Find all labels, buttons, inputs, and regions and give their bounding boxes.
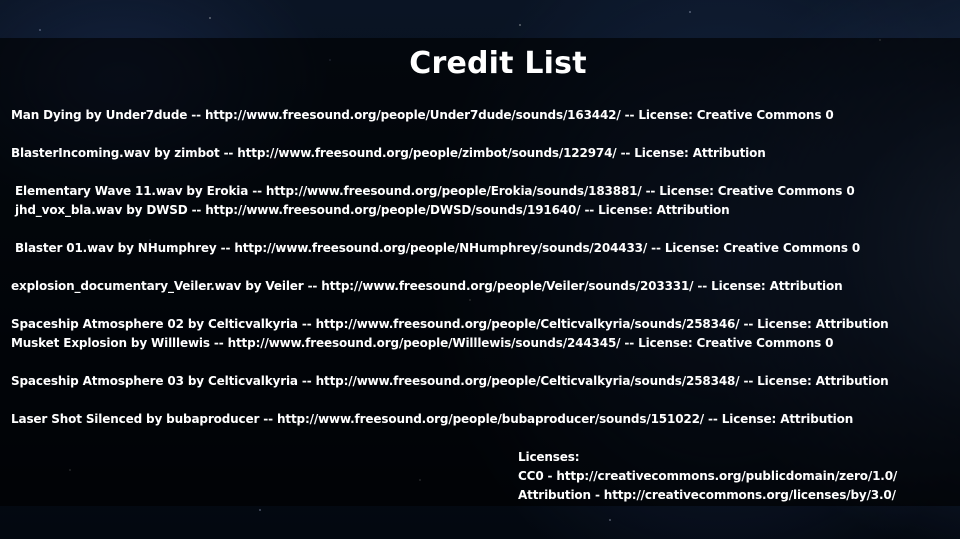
credit-entry-man-dying: Man Dying by Under7dude -- http://www.fr… — [11, 108, 834, 122]
credit-entry-blaster-incoming: BlasterIncoming.wav by zimbot -- http://… — [11, 146, 766, 160]
credit-entry-spaceship-atmosphere-03: Spaceship Atmosphere 03 by Celticvalkyri… — [11, 374, 889, 388]
license-cc0: CC0 - http://creativecommons.org/publicd… — [518, 469, 898, 483]
credit-entry-explosion-documentary: explosion_documentary_Veiler.wav by Veil… — [11, 279, 843, 293]
credit-entry-spaceship-atmosphere-02: Spaceship Atmosphere 02 by Celticvalkyri… — [11, 317, 889, 331]
page-title: Credit List — [409, 46, 587, 81]
credit-list: Man Dying by Under7dude -- http://www.fr… — [11, 106, 956, 429]
licenses-block: Licenses: CC0 - http://creativecommons.o… — [518, 448, 948, 505]
licenses-heading: Licenses: — [518, 450, 580, 464]
credit-entry-blaster-01: Blaster 01.wav by NHumphrey -- http://ww… — [15, 241, 861, 255]
credit-entry-laser-shot-silenced: Laser Shot Silenced by bubaproducer -- h… — [11, 412, 854, 426]
license-attribution: Attribution - http://creativecommons.org… — [518, 488, 896, 502]
credit-entry-jhd-vox-bla: jhd_vox_bla.wav by DWSD -- http://www.fr… — [15, 203, 730, 217]
credit-entry-elementary-wave: Elementary Wave 11.wav by Erokia -- http… — [15, 184, 855, 198]
credit-entry-musket-explosion: Musket Explosion by Willlewis -- http://… — [11, 336, 834, 350]
